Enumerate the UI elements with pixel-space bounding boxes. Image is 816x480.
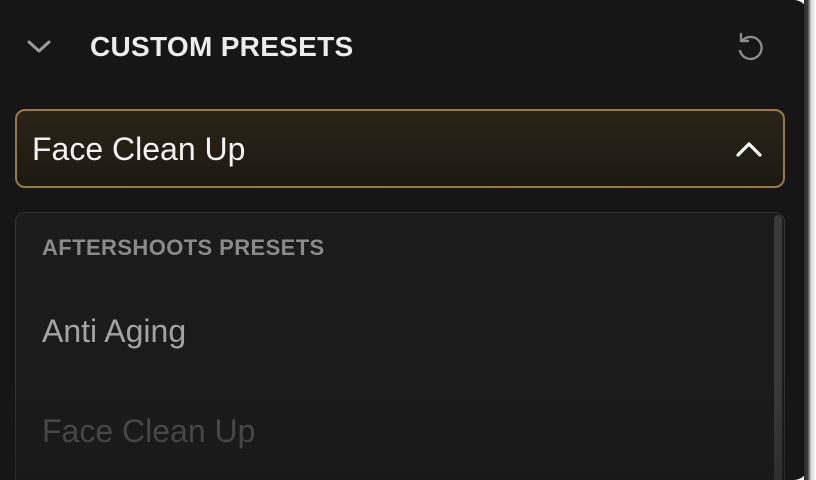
dropdown-scrollbar[interactable] [774, 215, 782, 480]
window-edge [804, 0, 816, 480]
dropdown-group-label: AFTERSHOOTS PRESETS [42, 235, 325, 260]
dropdown-option-face-clean-up[interactable]: Face Clean Up [42, 411, 255, 451]
chevron-up-icon [736, 142, 762, 157]
preset-select[interactable]: Face Clean Up [15, 109, 785, 188]
custom-presets-panel: CUSTOM PRESETS Face Clean Up AFTERSHOOTS… [0, 0, 808, 480]
collapse-section-button[interactable] [24, 32, 54, 62]
reset-button[interactable] [730, 28, 770, 68]
chevron-down-icon [27, 40, 51, 53]
panel-header: CUSTOM PRESETS [0, 0, 808, 96]
preset-select-value: Face Clean Up [32, 131, 246, 167]
preset-dropdown-menu: AFTERSHOOTS PRESETS Anti Aging Face Clea… [15, 212, 785, 480]
reset-icon [738, 32, 763, 61]
dropdown-option-anti-aging[interactable]: Anti Aging [42, 311, 186, 351]
select-caret [733, 133, 765, 165]
section-title: CUSTOM PRESETS [90, 31, 354, 62]
